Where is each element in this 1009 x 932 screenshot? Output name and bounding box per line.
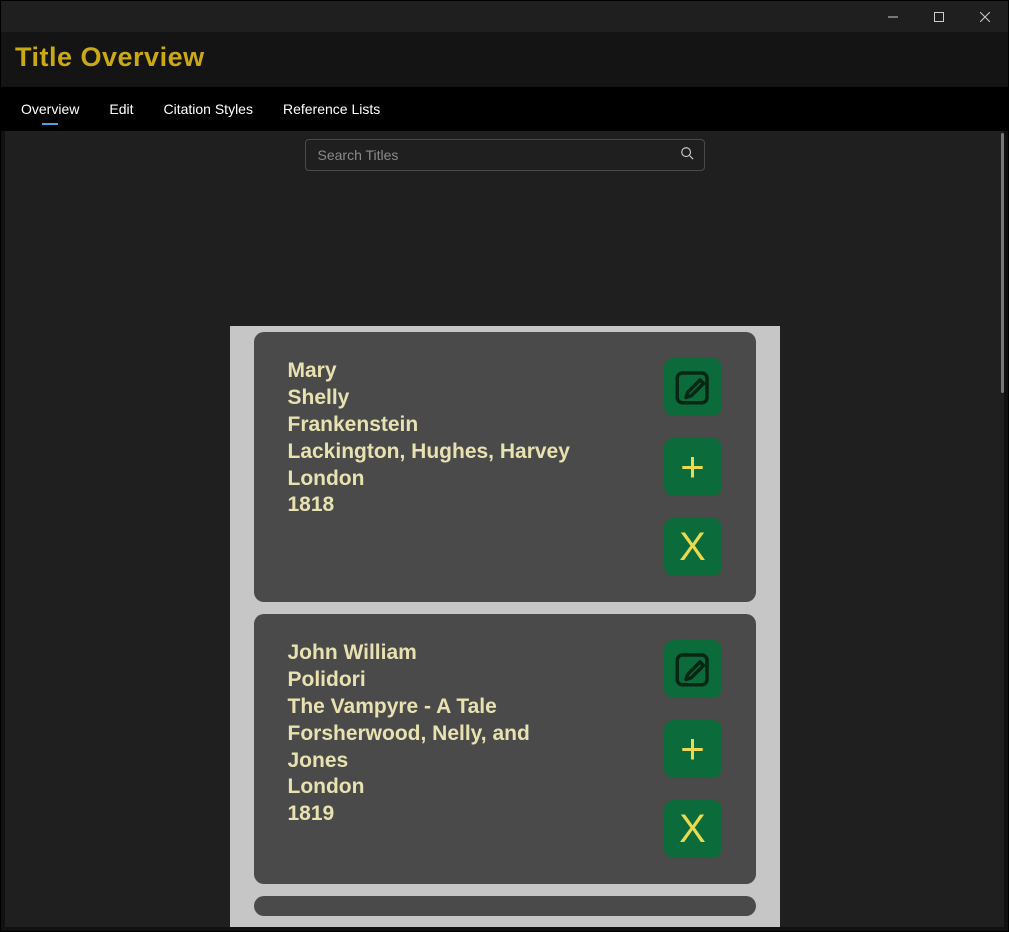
tab-citation-styles[interactable]: Citation Styles — [151, 91, 264, 127]
tab-edit[interactable]: Edit — [97, 91, 145, 127]
window-titlebar — [0, 0, 1009, 32]
publisher: Lackington, Hughes, Harvey — [288, 439, 570, 466]
author-last-name: Polidori — [288, 667, 588, 694]
search-icon — [680, 146, 694, 165]
delete-button[interactable]: X — [664, 518, 722, 576]
app-header: Title Overview — [1, 32, 1008, 87]
year: 1819 — [288, 801, 588, 828]
tab-bar: Overview Edit Citation Styles Reference … — [1, 87, 1008, 131]
x-icon: X — [679, 809, 706, 849]
window-maximize-button[interactable] — [916, 1, 962, 33]
add-button[interactable]: + — [664, 438, 722, 496]
plus-icon: + — [680, 728, 705, 770]
city: London — [288, 466, 570, 493]
card-actions: + X — [664, 640, 722, 858]
minimize-icon — [888, 12, 898, 22]
card-list: Mary Shelly Frankenstein Lackington, Hug… — [230, 326, 780, 927]
search-box[interactable] — [305, 139, 705, 171]
work-title: The Vampyre - A Tale — [288, 694, 588, 721]
tab-reference-lists[interactable]: Reference Lists — [271, 91, 392, 127]
edit-icon — [672, 366, 714, 408]
edit-button[interactable] — [664, 358, 722, 416]
x-icon: X — [679, 527, 706, 567]
window-close-button[interactable] — [962, 1, 1008, 33]
card-actions: + X — [664, 358, 722, 576]
city: London — [288, 774, 588, 801]
delete-button[interactable]: X — [664, 800, 722, 858]
close-icon — [980, 12, 990, 22]
card-text: Mary Shelly Frankenstein Lackington, Hug… — [288, 358, 570, 519]
title-card — [254, 896, 756, 916]
app-frame: Title Overview Overview Edit Citation St… — [0, 32, 1009, 932]
main-panel: Mary Shelly Frankenstein Lackington, Hug… — [5, 131, 1004, 927]
edit-button[interactable] — [664, 640, 722, 698]
author-first-name: Mary — [288, 358, 570, 385]
author-last-name: Shelly — [288, 385, 570, 412]
scrollbar-track[interactable] — [1001, 133, 1004, 927]
scrollbar-thumb[interactable] — [1001, 133, 1004, 393]
plus-icon: + — [680, 446, 705, 488]
edit-icon — [672, 648, 714, 690]
maximize-icon — [934, 12, 944, 22]
publisher: Forsherwood, Nelly, and Jones — [288, 721, 588, 775]
title-card: John William Polidori The Vampyre - A Ta… — [254, 614, 756, 884]
search-container — [305, 139, 705, 171]
tab-overview[interactable]: Overview — [9, 91, 91, 127]
author-first-name: John William — [288, 640, 588, 667]
card-text: John William Polidori The Vampyre - A Ta… — [288, 640, 588, 828]
work-title: Frankenstein — [288, 412, 570, 439]
title-card: Mary Shelly Frankenstein Lackington, Hug… — [254, 332, 756, 602]
search-input[interactable] — [316, 146, 680, 164]
page-title: Title Overview — [15, 42, 994, 73]
add-button[interactable]: + — [664, 720, 722, 778]
window-minimize-button[interactable] — [870, 1, 916, 33]
year: 1818 — [288, 492, 570, 519]
